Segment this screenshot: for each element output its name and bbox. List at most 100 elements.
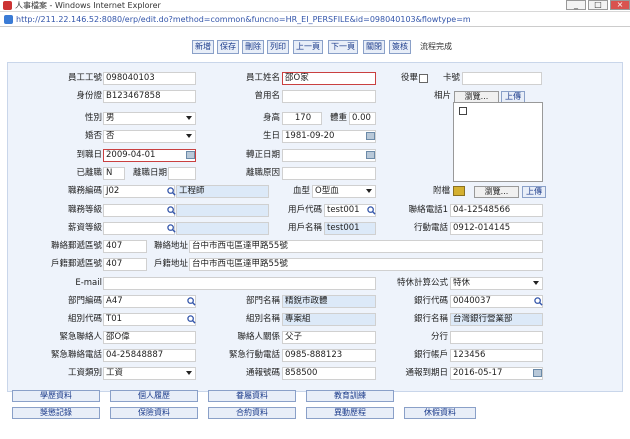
- search-icon[interactable]: [167, 224, 176, 233]
- print-button[interactable]: 列印: [267, 40, 289, 54]
- card-no-input[interactable]: [462, 72, 542, 85]
- contact-zip-input[interactable]: 407: [103, 240, 147, 253]
- branch-input[interactable]: [450, 331, 543, 344]
- emergency-contact-input[interactable]: 邵O偉: [103, 331, 196, 344]
- address-bar[interactable]: http://211.22.146.52:8080/erp/edit.do?me…: [0, 13, 630, 27]
- contact-addr-input[interactable]: 台中市西屯區達甲路55號: [189, 240, 543, 253]
- hire-date-label: 到職日: [76, 150, 102, 160]
- dept-name-input: 精銳市政體: [282, 295, 376, 308]
- education-button[interactable]: 學歷資料: [12, 390, 100, 402]
- search-icon[interactable]: [187, 315, 196, 324]
- retired-checkbox[interactable]: [419, 74, 428, 83]
- relationship-input[interactable]: 父子: [282, 331, 376, 344]
- salary-grade-input[interactable]: [103, 222, 175, 235]
- contact-zip-label: 聯絡郵遞區號: [50, 241, 102, 251]
- emergency-phone-input[interactable]: 04-25848887: [103, 349, 196, 362]
- weight-input[interactable]: 0.00: [349, 112, 376, 125]
- new-button[interactable]: 新增: [192, 40, 214, 54]
- reg-zip-label: 戶籍郵遞區號: [50, 259, 102, 269]
- job-grade-input[interactable]: [103, 204, 175, 217]
- address-url[interactable]: http://211.22.146.52:8080/erp/edit.do?me…: [16, 13, 471, 27]
- birthday-value: 1981-09-20: [285, 131, 335, 141]
- alias-input[interactable]: [282, 90, 376, 103]
- contract-button[interactable]: 合約資料: [208, 407, 296, 419]
- work-type-select[interactable]: 工資: [103, 367, 196, 380]
- calendar-icon[interactable]: [366, 151, 375, 159]
- emp-name-input[interactable]: 邵O家: [282, 72, 376, 85]
- reg-addr-input[interactable]: 台中市西屯區達甲路55號: [189, 258, 543, 271]
- notice-no-input[interactable]: 858500: [282, 367, 376, 380]
- calendar-icon[interactable]: [186, 151, 195, 159]
- family-button[interactable]: 眷屬資料: [208, 390, 296, 402]
- search-icon[interactable]: [167, 187, 176, 196]
- job-code-input[interactable]: J02: [103, 185, 175, 198]
- chevron-down-icon: [186, 134, 192, 138]
- emp-no-input[interactable]: 098040103: [103, 72, 196, 85]
- minimize-button[interactable]: _: [566, 0, 586, 10]
- relationship-label: 聯絡人關係: [237, 332, 280, 342]
- close-window-button[interactable]: ×: [610, 0, 630, 10]
- reg-addr-label: 戶籍地址: [153, 259, 188, 269]
- special-formula-select[interactable]: 特休: [450, 277, 543, 290]
- save-button[interactable]: 保存: [217, 40, 239, 54]
- reward-punish-button[interactable]: 獎懲記錄: [12, 407, 100, 419]
- resigned-input[interactable]: N: [103, 167, 125, 180]
- resume-button[interactable]: 個人履歷: [110, 390, 198, 402]
- emergency-mobile-label: 緊急行動電話: [228, 350, 280, 360]
- salary-grade-label: 薪資等級: [67, 223, 102, 233]
- maximize-button[interactable]: □: [588, 0, 608, 10]
- group-code-input[interactable]: T01: [103, 313, 196, 326]
- married-select[interactable]: 否: [103, 130, 196, 143]
- search-icon[interactable]: [167, 206, 176, 215]
- emergency-mobile-input[interactable]: 0985-888123: [282, 349, 376, 362]
- delete-button[interactable]: 刪除: [242, 40, 264, 54]
- resign-reason-input[interactable]: [282, 167, 376, 180]
- prev-page-button[interactable]: 上一頁: [293, 40, 323, 54]
- notice-date-input[interactable]: 2016-05-17: [450, 367, 543, 380]
- attachment-browse-button[interactable]: 瀏覽...: [474, 186, 519, 198]
- search-icon[interactable]: [187, 297, 196, 306]
- search-icon[interactable]: [534, 297, 543, 306]
- attachment-upload-button[interactable]: 上傳: [522, 186, 546, 198]
- gender-select[interactable]: 男: [103, 112, 196, 125]
- dept-code-input[interactable]: A47: [103, 295, 196, 308]
- blood-select[interactable]: O型血: [312, 185, 376, 198]
- training-button[interactable]: 教育訓練: [306, 390, 394, 402]
- retired-label: 役畢: [400, 73, 418, 83]
- contact-addr-label: 聯絡地址: [153, 241, 188, 251]
- regular-date-input[interactable]: [282, 149, 376, 162]
- bank-account-input[interactable]: 123456: [450, 349, 543, 362]
- change-history-button[interactable]: 異動歷程: [306, 407, 394, 419]
- email-input[interactable]: [103, 277, 376, 290]
- window-title: 人事檔案 - Windows Internet Explorer: [15, 1, 161, 10]
- resign-date-input[interactable]: [168, 167, 196, 180]
- reg-zip-input[interactable]: 407: [103, 258, 147, 271]
- mobile-input[interactable]: 0912-014145: [450, 222, 543, 235]
- married-label: 婚否: [84, 131, 102, 141]
- birthday-input[interactable]: 1981-09-20: [282, 130, 376, 143]
- insurance-button[interactable]: 保險資料: [110, 407, 198, 419]
- close-button[interactable]: 關閉: [363, 40, 385, 54]
- phone1-input[interactable]: 04-12548566: [450, 204, 543, 217]
- salary-grade-name: [176, 222, 269, 235]
- height-input[interactable]: 170: [282, 112, 322, 125]
- calendar-icon[interactable]: [366, 132, 375, 140]
- window-titlebar: 人事檔案 - Windows Internet Explorer _ □ ×: [0, 0, 630, 12]
- folder-icon[interactable]: [453, 186, 465, 196]
- resign-reason-label: 離職原因: [245, 168, 280, 178]
- broken-image-icon: [459, 107, 467, 115]
- hire-date-input[interactable]: 2009-04-01: [103, 149, 196, 162]
- search-icon[interactable]: [367, 206, 376, 215]
- job-name-input: 工程師: [176, 185, 269, 198]
- dept-code-label: 部門編碼: [67, 296, 102, 306]
- bank-code-input[interactable]: 0040037: [450, 295, 543, 308]
- next-page-button[interactable]: 下一頁: [328, 40, 358, 54]
- id-no-label: 身份證: [76, 91, 102, 101]
- leave-button[interactable]: 休假資料: [404, 407, 476, 419]
- group-name-label: 組別名稱: [245, 314, 280, 324]
- user-name-input: test001: [324, 222, 376, 235]
- id-no-input[interactable]: B123467858: [103, 90, 196, 103]
- approve-button[interactable]: 簽核: [389, 40, 411, 54]
- calendar-icon[interactable]: [533, 369, 542, 377]
- notice-date-value: 2016-05-17: [453, 368, 503, 378]
